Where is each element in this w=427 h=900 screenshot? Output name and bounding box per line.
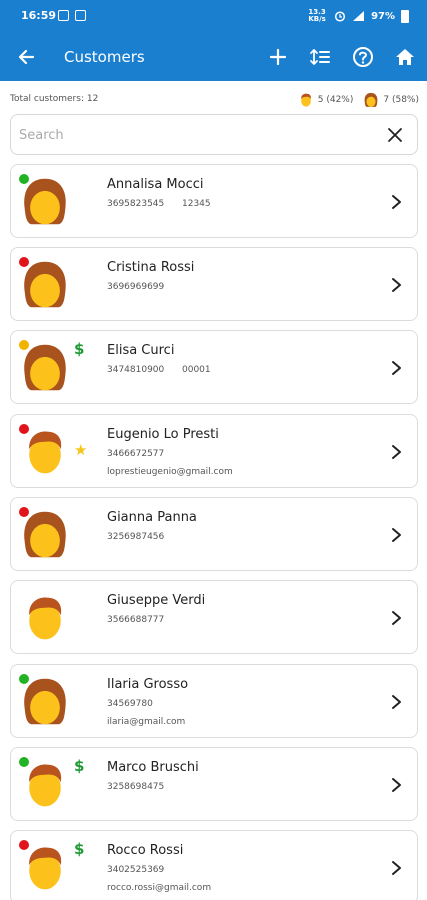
status-dot <box>19 340 29 350</box>
customer-name: Annalisa Mocci <box>107 177 204 192</box>
customer-code: 00001 <box>182 365 211 375</box>
customer-phone: 34569780 <box>107 699 153 709</box>
customer-summary: Total customers: 12 5 (42%) 7 (58%) <box>10 92 419 108</box>
app-bar: Customers <box>0 34 427 81</box>
male-face-icon <box>300 93 311 107</box>
chevron-right-icon[interactable] <box>389 610 403 626</box>
customer-card[interactable]: Gianna Panna 3256987456 <box>10 497 418 571</box>
female-avatar-icon <box>19 342 71 394</box>
customer-card[interactable]: Cristina Rossi 3696969699 <box>10 247 418 321</box>
customer-card[interactable]: $ Elisa Curci 3474810900 00001 <box>10 330 418 404</box>
home-icon[interactable] <box>392 44 418 70</box>
status-bar: 16:59 13.3 KB/s 97% <box>0 0 427 34</box>
male-avatar-icon <box>19 426 71 478</box>
customer-code: 12345 <box>182 199 211 209</box>
customer-name: Gianna Panna <box>107 510 197 525</box>
customer-name: Cristina Rossi <box>107 260 195 275</box>
status-dot <box>19 674 29 684</box>
gallery-icon <box>75 10 86 21</box>
customer-phone: 3256987456 <box>107 532 165 542</box>
dollar-icon: $ <box>74 340 85 358</box>
alarm-icon <box>335 11 346 22</box>
customer-phone: 3695823545 <box>107 199 165 209</box>
status-dot <box>19 424 29 434</box>
customer-phone: 3696969699 <box>107 282 165 292</box>
sort-icon[interactable] <box>307 44 333 70</box>
customer-card[interactable]: Ilaria Grosso 34569780 ilaria@gmail.com <box>10 664 418 738</box>
status-dot <box>19 757 29 767</box>
customer-phone: 3474810900 <box>107 365 165 375</box>
network-speed: 13.3 KB/s <box>308 8 326 23</box>
status-dot <box>19 507 29 517</box>
customer-name: Eugenio Lo Presti <box>107 427 219 442</box>
clear-search-icon[interactable] <box>387 127 403 143</box>
customer-phone: 3466672577 <box>107 449 165 459</box>
female-avatar-icon <box>19 676 71 728</box>
customer-phone: 3566688777 <box>107 615 165 625</box>
customer-card[interactable]: $ Rocco Rossi 3402525369 rocco.rossi@gmail.… <box>10 830 418 900</box>
back-arrow-icon[interactable] <box>14 44 40 70</box>
male-avatar-icon <box>19 759 71 811</box>
star-icon: ★ <box>74 441 88 459</box>
customer-phone: 3402525369 <box>107 865 165 875</box>
total-customers-label: Total customers: 12 <box>10 94 99 104</box>
female-avatar-icon <box>19 259 71 311</box>
customer-name: Ilaria Grosso <box>107 677 189 692</box>
male-avatar-icon <box>19 842 71 894</box>
help-icon[interactable] <box>350 44 376 70</box>
page-title: Customers <box>64 48 145 66</box>
customer-email: rocco.rossi@gmail.com <box>107 883 212 893</box>
male-count: 5 (42%) <box>317 95 354 105</box>
customer-card[interactable]: ★ Eugenio Lo Presti 3466672577 loprestieuge… <box>10 414 418 488</box>
customer-name: Giuseppe Verdi <box>107 593 206 608</box>
search-input[interactable] <box>19 124 359 146</box>
notification-list-icon <box>58 10 69 21</box>
male-avatar-icon <box>19 592 71 644</box>
customer-card[interactable]: $ Marco Bruschi 3258698475 <box>10 747 418 821</box>
customer-name: Marco Bruschi <box>107 760 199 775</box>
chevron-right-icon[interactable] <box>389 777 403 793</box>
dollar-icon: $ <box>74 840 85 858</box>
dollar-icon: $ <box>74 757 85 775</box>
chevron-right-icon[interactable] <box>389 694 403 710</box>
status-time: 16:59 <box>21 9 57 22</box>
search-box <box>10 114 418 155</box>
female-face-icon <box>364 92 378 107</box>
customer-name: Rocco Rossi <box>107 843 184 858</box>
chevron-right-icon[interactable] <box>389 194 403 210</box>
status-dot <box>19 174 29 184</box>
chevron-right-icon[interactable] <box>389 527 403 543</box>
chevron-right-icon[interactable] <box>389 444 403 460</box>
customer-name: Elisa Curci <box>107 343 175 358</box>
chevron-right-icon[interactable] <box>389 277 403 293</box>
female-avatar-icon <box>19 176 71 228</box>
customer-email: ilaria@gmail.com <box>107 717 186 727</box>
battery-icon <box>401 9 409 23</box>
signal-icon <box>353 11 365 21</box>
customer-card[interactable]: Annalisa Mocci 3695823545 12345 <box>10 164 418 238</box>
chevron-right-icon[interactable] <box>389 360 403 376</box>
status-dot <box>19 840 29 850</box>
female-count: 7 (58%) <box>383 95 419 105</box>
customer-card[interactable]: Giuseppe Verdi 3566688777 <box>10 580 418 654</box>
add-icon[interactable] <box>265 44 291 70</box>
customer-phone: 3258698475 <box>107 782 165 792</box>
customer-email: loprestieugenio@gmail.com <box>107 467 233 477</box>
female-avatar-icon <box>19 509 71 561</box>
chevron-right-icon[interactable] <box>389 860 403 876</box>
battery-percent: 97% <box>371 10 395 22</box>
status-dot <box>19 257 29 267</box>
